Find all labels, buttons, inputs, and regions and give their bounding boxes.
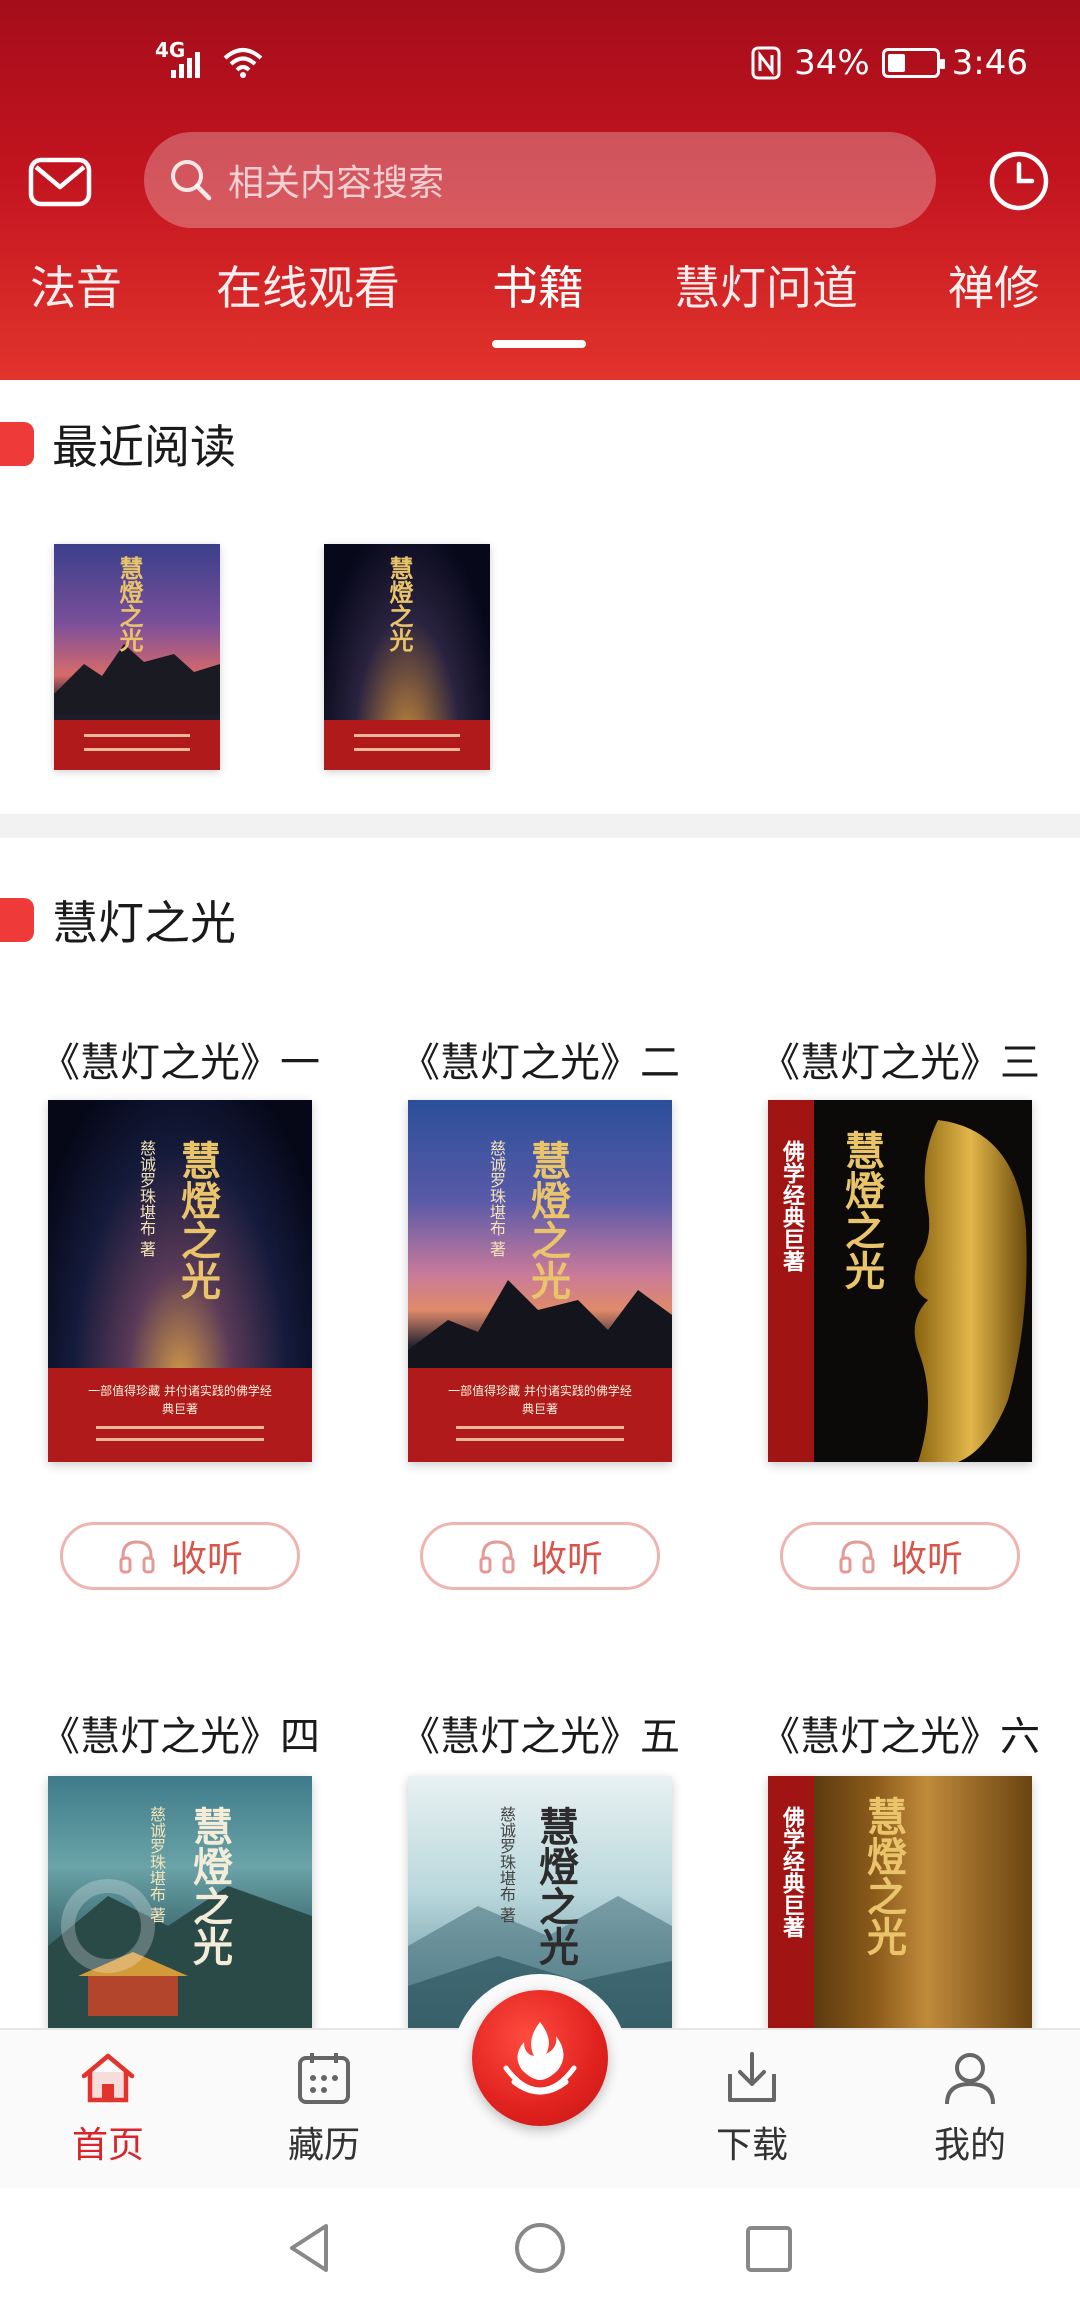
center-logo-button[interactable] (472, 1990, 608, 2126)
search-icon (171, 160, 212, 201)
cover-title-vertical: 慧燈之光 (838, 1130, 885, 1290)
section-marker (0, 898, 34, 942)
battery-percent: 34% (794, 43, 870, 83)
cover-author-vertical: 慈诚罗珠堪布 著 (497, 1806, 516, 1924)
nav-label: 藏历 (287, 2125, 360, 2166)
cover-author-vertical: 慈诚罗珠堪布 著 (147, 1806, 166, 1924)
listen-button[interactable]: 收听 (60, 1522, 300, 1590)
mail-icon (28, 157, 92, 207)
book-title[interactable]: 《慧灯之光》二 (400, 1030, 680, 1088)
cover-art: 佛学经典巨著 慧燈之光 (768, 1100, 1032, 1462)
clock-icon (989, 151, 1049, 211)
cover-title-vertical: 慧燈之光 (174, 1140, 221, 1300)
book-title[interactable]: 《慧灯之光》三 (760, 1030, 1040, 1088)
recents-icon[interactable] (744, 2224, 794, 2274)
cover-art: 慧燈之光 (54, 544, 220, 770)
nav-home[interactable]: 首页 (38, 2050, 178, 2168)
section-divider (0, 814, 1080, 838)
tab-fayin[interactable]: 法音 (30, 252, 122, 318)
book-title[interactable]: 《慧灯之光》五 (400, 1704, 680, 1762)
headphones-icon (479, 1540, 515, 1574)
flame-logo-icon (503, 2022, 577, 2095)
listen-label: 收听 (530, 1539, 603, 1580)
wifi-icon (223, 48, 263, 78)
battery-fill (887, 54, 906, 72)
book-cover[interactable]: 佛学经典巨著 慧燈之光 (768, 1100, 1032, 1462)
tab-wendao[interactable]: 慧灯问道 (674, 252, 858, 318)
book-cover[interactable]: 慧燈之光 慈诚罗珠堪布 著 (48, 1776, 312, 2036)
cover-art: 慧燈之光 慈诚罗珠堪布 著 一部值得珍藏 并付诸实践的佛学经典巨著 (48, 1100, 312, 1462)
cover-tagline: 一部值得珍藏 并付诸实践的佛学经典巨著 (88, 1383, 272, 1416)
headphones-icon (839, 1540, 875, 1574)
user-icon (945, 2053, 995, 2105)
status-right: 34% 3:46 (750, 38, 1028, 88)
cover-art: 佛学经典巨著 慧燈之光 (768, 1776, 1032, 2036)
listen-label: 收听 (170, 1539, 243, 1580)
cover-title-vertical: 慧燈之光 (186, 1806, 233, 1966)
nav-label: 下载 (715, 2125, 788, 2166)
system-nav-bar (0, 2188, 1080, 2310)
section-recent: 最近阅读 (0, 414, 236, 474)
download-icon (728, 2052, 776, 2102)
cover-title-vertical: 慧燈之光 (532, 1806, 579, 1966)
section-series: 慧灯之光 (0, 890, 236, 950)
headphones-icon (119, 1540, 155, 1574)
category-tabs: 法音 在线观看 书籍 慧灯问道 禅修 (0, 252, 1080, 352)
cover-art: 慧燈之光 慈诚罗珠堪布 著 一部值得珍藏 并付诸实践的佛学经典巨著 (408, 1100, 672, 1462)
app-header: 4G 34% 3:46 相关内容搜索 法音 在线观看 书籍 慧灯问道 禅修 (0, 0, 1080, 380)
search-placeholder: 相关内容搜索 (228, 163, 445, 204)
cover-band: 一部值得珍藏 并付诸实践的佛学经典巨著 (408, 1367, 672, 1462)
nav-label: 我的 (933, 2125, 1006, 2166)
cover-art: 慧燈之光 慈诚罗珠堪布 著 (48, 1776, 312, 2036)
nav-profile[interactable]: 我的 (900, 2050, 1040, 2168)
cover-big-vertical: 佛学经典巨著 (779, 1806, 805, 1938)
recent-book-cover[interactable]: 慧燈之光 (324, 544, 490, 770)
nav-label: 首页 (71, 2125, 144, 2166)
signal-icon (171, 52, 200, 78)
buddha-face-art (914, 1120, 1027, 1462)
battery-icon (881, 48, 945, 78)
listen-button[interactable]: 收听 (420, 1522, 660, 1590)
home-icon (81, 2053, 135, 2103)
book-cover[interactable]: 慧燈之光 慈诚罗珠堪布 著 一部值得珍藏 并付诸实践的佛学经典巨著 (408, 1100, 672, 1462)
nav-download[interactable]: 下载 (682, 2050, 822, 2168)
section-marker (0, 422, 34, 466)
cover-title-vertical: 慧燈之光 (860, 1796, 907, 1956)
tab-meditation[interactable]: 禅修 (948, 252, 1040, 318)
cover-author-vertical: 慈诚罗珠堪布 著 (137, 1140, 156, 1258)
cover-title-vertical: 慧燈之光 (385, 556, 414, 652)
tab-online-watch[interactable]: 在线观看 (216, 252, 400, 318)
book-title[interactable]: 《慧灯之光》六 (760, 1704, 1040, 1762)
cover-title-vertical: 慧燈之光 (524, 1140, 571, 1300)
listen-label: 收听 (890, 1539, 963, 1580)
book-title[interactable]: 《慧灯之光》一 (40, 1030, 320, 1088)
clock: 3:46 (951, 43, 1028, 83)
cover-author-vertical: 慈诚罗珠堪布 著 (487, 1140, 506, 1258)
cover-tagline: 一部值得珍藏 并付诸实践的佛学经典巨著 (448, 1383, 632, 1416)
section-title: 最近阅读 (52, 420, 236, 474)
section-title: 慧灯之光 (52, 896, 236, 950)
book-cover[interactable]: 佛学经典巨著 慧燈之光 (768, 1776, 1032, 2036)
tab-books[interactable]: 书籍 (492, 252, 584, 318)
book-cover[interactable]: 慧燈之光 慈诚罗珠堪布 著 一部值得珍藏 并付诸实践的佛学经典巨著 (48, 1100, 312, 1462)
home-circle-icon[interactable] (512, 2220, 568, 2276)
signal-icons: 4G (155, 38, 265, 82)
calendar-icon (298, 2053, 350, 2104)
status-bar: 4G 34% 3:46 (0, 0, 1080, 120)
cover-art: 慧燈之光 (324, 544, 490, 770)
mail-button[interactable] (28, 150, 92, 214)
cover-title-vertical: 慧燈之光 (115, 556, 144, 652)
listen-button[interactable]: 收听 (780, 1522, 1020, 1590)
search-input[interactable]: 相关内容搜索 (144, 132, 936, 228)
nfc-icon (751, 46, 781, 80)
book-title[interactable]: 《慧灯之光》四 (40, 1704, 320, 1762)
active-tab-indicator (492, 340, 586, 348)
nav-calendar[interactable]: 藏历 (254, 2050, 394, 2168)
recent-book-cover[interactable]: 慧燈之光 (54, 544, 220, 770)
history-button[interactable] (986, 148, 1052, 214)
cover-band: 一部值得珍藏 并付诸实践的佛学经典巨著 (48, 1367, 312, 1462)
back-icon[interactable] (284, 2220, 334, 2276)
